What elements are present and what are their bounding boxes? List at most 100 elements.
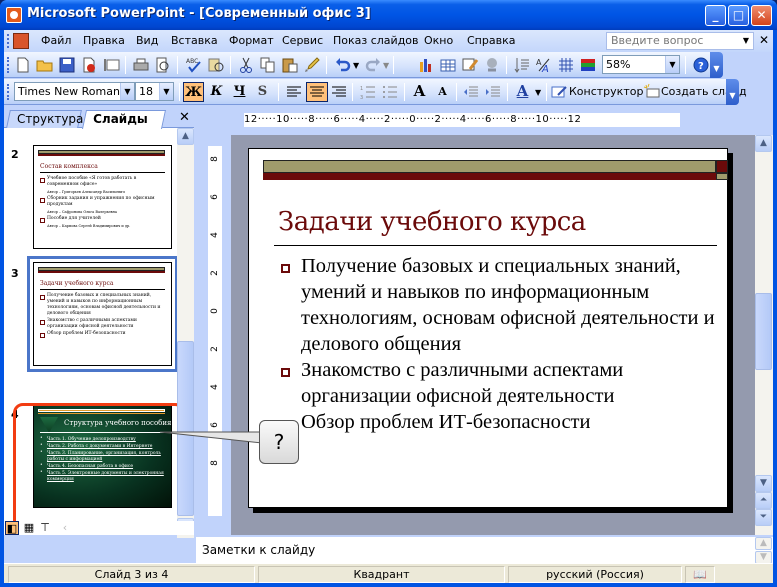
undo-icon[interactable] — [334, 56, 352, 74]
ruler-tick: 2 — [210, 270, 220, 276]
decrease-font-button[interactable]: A — [432, 82, 453, 102]
slide-body[interactable]: Получение базовых и специальных знаний, … — [279, 253, 729, 435]
close-button[interactable]: ✕ — [751, 5, 772, 26]
grid-icon[interactable] — [557, 56, 575, 74]
current-slide[interactable]: Задачи учебного курса Получение базовых … — [248, 148, 728, 508]
menu-file[interactable]: Файл — [41, 34, 71, 47]
menu-format[interactable]: Формат — [229, 34, 274, 47]
bold-button[interactable]: Ж — [183, 82, 204, 102]
chevron-down-icon[interactable]: ▼ — [665, 56, 679, 73]
help-search-placeholder: Введите вопрос — [611, 34, 704, 47]
thumb-item: Пособие для учителей — [40, 216, 165, 223]
tab-outline[interactable]: Структура — [6, 110, 83, 128]
new-icon[interactable] — [14, 56, 32, 74]
question-callout: ? — [259, 420, 299, 464]
cut-icon[interactable] — [237, 56, 255, 74]
slide-title[interactable]: Задачи учебного курса — [278, 207, 586, 237]
menu-edit[interactable]: Правка — [83, 34, 125, 47]
slideshow-icon[interactable]: ⊤ — [38, 521, 52, 535]
slide-scrollbar[interactable]: ▲ ▼ ⏶ ⏷ — [755, 135, 773, 535]
copy-icon[interactable] — [259, 56, 277, 74]
toolbar-grip[interactable] — [7, 57, 9, 73]
save-icon[interactable] — [58, 56, 76, 74]
thumbnails-scrollbar[interactable]: ▲ ▼ — [177, 128, 194, 538]
font-size-select[interactable]: 18 ▼ — [135, 82, 174, 101]
minimize-button[interactable]: _ — [705, 5, 726, 26]
slide-thumbnail-2[interactable]: Состав комплекса Учебное пособие «Я гото… — [33, 145, 172, 249]
document-close-button[interactable]: ✕ — [759, 33, 769, 47]
chevron-down-icon[interactable]: ▼ — [120, 83, 134, 100]
bullets-icon[interactable] — [381, 83, 399, 101]
redo-dropdown-icon[interactable]: ▼ — [383, 61, 389, 70]
toolbar-separator — [125, 56, 126, 74]
tab-slides[interactable]: Слайды — [81, 110, 167, 129]
powerpoint-app-icon[interactable] — [6, 7, 22, 23]
expand-all-icon[interactable] — [513, 56, 531, 74]
paste-icon[interactable] — [281, 56, 299, 74]
notes-scrollbar[interactable]: ▲ ▼ — [755, 537, 772, 565]
menu-slideshow[interactable]: Показ слайдов — [333, 34, 419, 47]
font-color-button[interactable]: A — [512, 82, 533, 102]
scroll-down-icon[interactable]: ▼ — [755, 475, 772, 492]
normal-view-icon[interactable]: ◧ — [5, 521, 19, 535]
help-search-input[interactable]: Введите вопрос ▼ — [606, 32, 754, 50]
slide-sorter-icon[interactable]: ▦ — [22, 521, 36, 535]
font-color-dropdown-icon[interactable]: ▼ — [535, 88, 541, 97]
tables-borders-icon[interactable] — [461, 56, 479, 74]
pane-close-button[interactable]: ✕ — [179, 110, 190, 125]
scrollbar-thumb[interactable] — [755, 293, 772, 370]
menu-grip[interactable] — [7, 34, 10, 48]
open-icon[interactable] — [36, 56, 54, 74]
menu-tools[interactable]: Сервис — [282, 34, 323, 47]
align-right-icon[interactable] — [330, 83, 348, 101]
chevron-down-icon[interactable]: ▼ — [739, 33, 753, 49]
designer-button[interactable]: Конструктор — [569, 85, 643, 98]
zoom-select[interactable]: 58% ▼ — [602, 55, 680, 74]
format-painter-icon[interactable] — [303, 56, 321, 74]
document-icon[interactable] — [13, 33, 29, 49]
decrease-indent-icon[interactable] — [462, 83, 480, 101]
redo-icon[interactable] — [364, 56, 382, 74]
increase-font-button[interactable]: A — [409, 82, 430, 102]
toolbar-options-icon[interactable]: ▼ — [710, 52, 723, 78]
chevron-down-icon[interactable]: ▼ — [159, 83, 173, 100]
spelling-icon[interactable]: ABC — [185, 56, 203, 74]
underline-button[interactable]: Ч — [229, 82, 250, 102]
maximize-button[interactable]: □ — [728, 5, 749, 26]
toolbar-grip[interactable] — [7, 84, 9, 100]
research-icon[interactable] — [207, 56, 225, 74]
increase-indent-icon[interactable] — [484, 83, 502, 101]
spelling-status-icon[interactable]: 📖 — [685, 566, 715, 583]
notes-pane[interactable]: Заметки к слайду ▲ ▼ — [196, 535, 773, 565]
insert-chart-icon[interactable] — [417, 56, 435, 74]
menu-insert[interactable]: Вставка — [171, 34, 218, 47]
shadow-button[interactable]: S — [252, 82, 273, 102]
hyperlink-icon[interactable] — [483, 56, 501, 74]
slide-thumbnail-3[interactable]: Задачи учебного курса Получение базовых … — [27, 256, 177, 372]
menu-help[interactable]: Справка — [467, 34, 515, 47]
print-preview-icon[interactable] — [154, 56, 172, 74]
show-formatting-icon[interactable]: AA — [535, 56, 553, 74]
scroll-up-icon[interactable]: ▲ — [755, 135, 772, 152]
color-grayscale-icon[interactable] — [579, 56, 597, 74]
menu-window[interactable]: Окно — [424, 34, 453, 47]
undo-dropdown-icon[interactable]: ▼ — [353, 61, 359, 70]
insert-table-icon[interactable] — [439, 56, 457, 74]
align-center-button[interactable] — [306, 82, 328, 102]
scrollbar-thumb[interactable] — [177, 341, 194, 516]
scroll-up-icon[interactable]: ▲ — [177, 128, 194, 145]
help-icon[interactable]: ? — [692, 56, 710, 74]
font-select[interactable]: Times New Roman ▼ — [14, 82, 135, 101]
scroll-left-icon[interactable]: ‹ — [58, 521, 72, 535]
previous-slide-icon[interactable]: ⏶ — [755, 492, 772, 509]
numbering-icon[interactable]: 13 — [359, 83, 377, 101]
menu-view[interactable]: Вид — [136, 34, 158, 47]
align-left-icon[interactable] — [285, 83, 303, 101]
permission-icon[interactable] — [80, 56, 98, 74]
italic-button[interactable]: К — [206, 82, 227, 102]
next-slide-icon[interactable]: ⏷ — [755, 509, 772, 526]
print-icon[interactable] — [132, 56, 150, 74]
toolbar-options-icon[interactable]: ▼ — [726, 79, 739, 105]
email-icon[interactable] — [102, 56, 120, 74]
scroll-up-icon[interactable]: ▲ — [755, 537, 772, 550]
